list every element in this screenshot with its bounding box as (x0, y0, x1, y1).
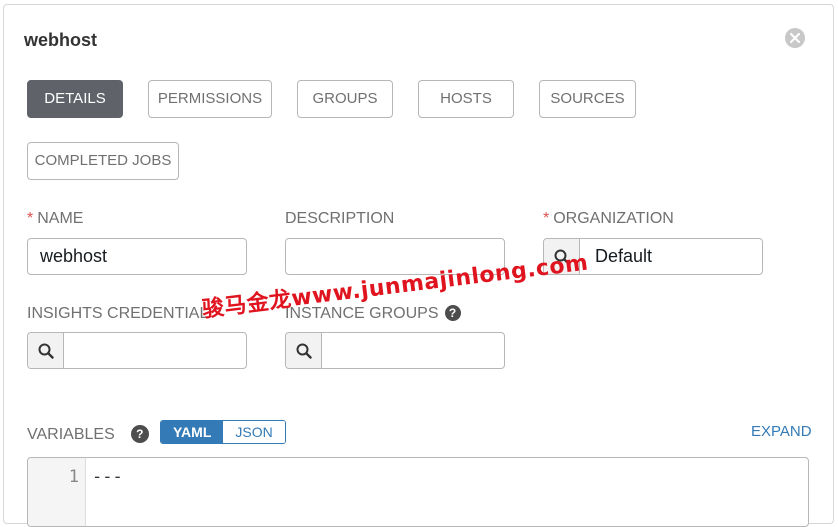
instance-groups-input[interactable] (322, 333, 504, 368)
insights-credential-label: INSIGHTS CREDENTIAL (27, 305, 209, 322)
tab-completed-jobs[interactable]: COMPLETED JOBS (27, 142, 179, 180)
yaml-toggle-button[interactable]: YAML (161, 421, 224, 443)
search-icon[interactable] (286, 333, 322, 368)
tab-groups[interactable]: GROUPS (297, 80, 393, 118)
organization-label: * ORGANIZATION (543, 210, 674, 228)
required-marker: * (543, 210, 550, 227)
tab-permissions[interactable]: PERMISSIONS (148, 80, 272, 118)
question-circle-icon[interactable]: ? (130, 425, 149, 443)
tab-details[interactable]: DETAILS (27, 80, 123, 118)
name-input[interactable]: webhost (27, 238, 247, 275)
required-marker: * (27, 210, 34, 227)
name-label: * NAME (27, 210, 83, 228)
json-toggle-button[interactable]: JSON (223, 421, 285, 443)
name-label-text: NAME (37, 210, 84, 227)
organization-label-text: ORGANIZATION (553, 210, 674, 227)
question-circle-icon[interactable]: ? (444, 305, 461, 321)
line-number: 1 (68, 467, 79, 487)
variables-label: VARIABLES? (27, 425, 149, 444)
editor-gutter: 1 (28, 458, 86, 526)
insights-credential-lookup (27, 332, 247, 369)
instance-groups-lookup (285, 332, 505, 369)
panel-title: webhost (24, 30, 98, 50)
variables-label-text: VARIABLES (27, 426, 115, 443)
tab-sources[interactable]: SOURCES (539, 80, 636, 118)
expand-link[interactable]: EXPAND (751, 423, 812, 440)
close-icon[interactable] (785, 28, 805, 48)
organization-input[interactable]: Default (580, 239, 762, 274)
yaml-json-toggle: YAML JSON (160, 420, 286, 444)
editor-code[interactable]: --- (92, 467, 123, 487)
insights-credential-input[interactable] (64, 333, 246, 368)
variables-editor[interactable]: 1 --- (27, 457, 809, 527)
tab-hosts[interactable]: HOSTS (418, 80, 514, 118)
search-icon[interactable] (28, 333, 64, 368)
description-label: DESCRIPTION (285, 210, 395, 227)
